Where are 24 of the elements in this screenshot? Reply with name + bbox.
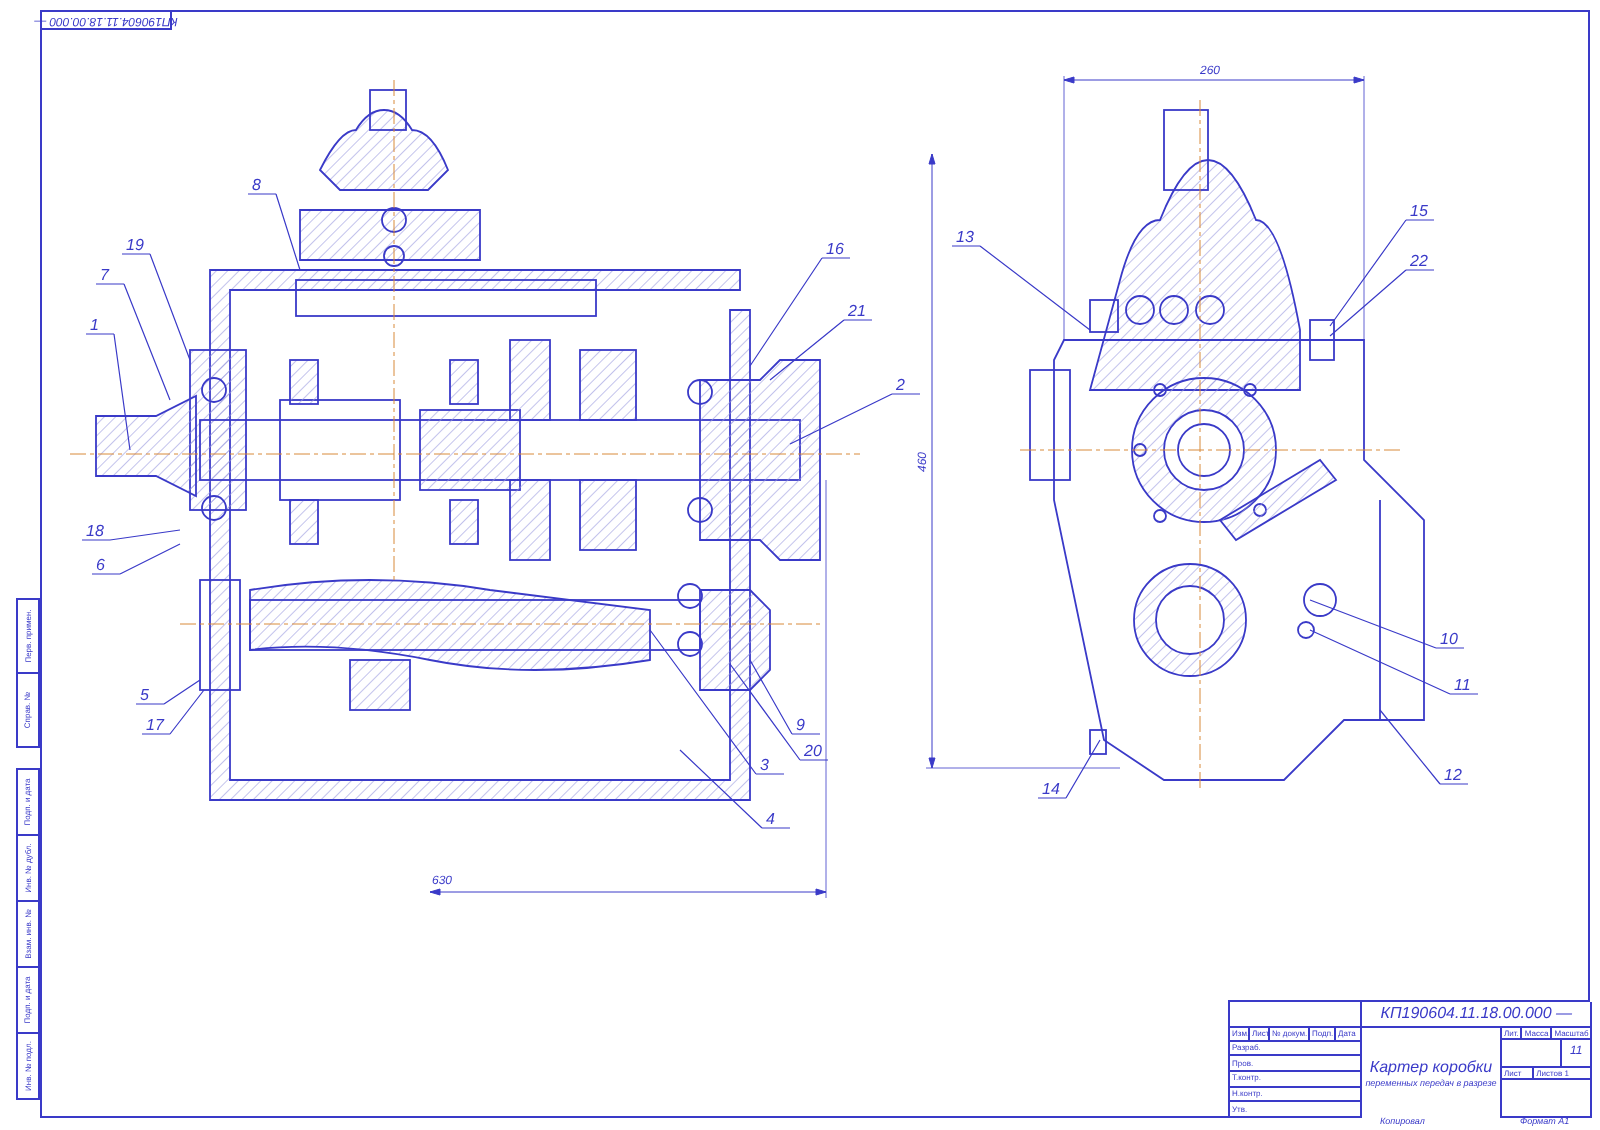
designation: КП190604.11.18.00.000 — (1362, 1002, 1593, 1028)
callout-number: 22 (1410, 252, 1428, 270)
callout-number: 18 (86, 522, 104, 540)
callout-number: 2 (896, 376, 905, 394)
callout-number: 20 (804, 742, 822, 760)
callout-number: 14 (1042, 780, 1060, 798)
callout-number: 5 (140, 686, 149, 704)
callout-number: 8 (252, 176, 261, 194)
callout-number: 17 (146, 716, 164, 734)
callout-number: 1 (90, 316, 99, 334)
callout-number: 19 (126, 236, 144, 254)
callout-number: 12 (1444, 766, 1462, 784)
callout-number: 9 (796, 716, 805, 734)
callout-number: 3 (760, 756, 769, 774)
callout-number: 21 (848, 302, 866, 320)
callout-number: 6 (96, 556, 105, 574)
drawing-title: Картер коробки (1369, 1057, 1493, 1078)
callout-number: 10 (1440, 630, 1458, 648)
callout-number: 7 (100, 266, 109, 284)
callout-number: 15 (1410, 202, 1428, 220)
callout-number: 11 (1454, 676, 1471, 694)
callout-number: 16 (826, 240, 844, 258)
callout-number: 13 (956, 228, 974, 246)
callout-number: 4 (766, 810, 775, 828)
